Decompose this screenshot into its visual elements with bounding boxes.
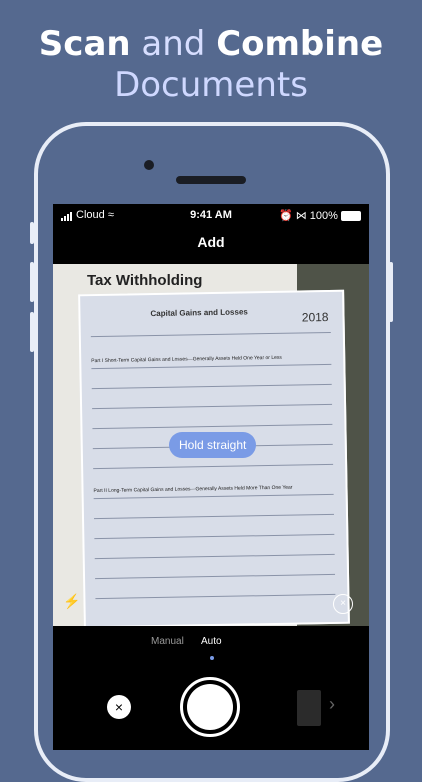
status-right: ⏰ ⋈ 100% — [279, 209, 361, 222]
hero-and: and — [141, 24, 206, 64]
battery-label: 100% — [309, 210, 338, 222]
mode-auto[interactable]: Auto — [201, 636, 222, 647]
hero-combine: Combine — [216, 24, 384, 64]
phone-volume-down — [30, 312, 34, 352]
phone-volume-up — [30, 262, 34, 302]
doc-line — [91, 363, 332, 370]
doc-line — [95, 593, 336, 600]
mode-indicator — [210, 656, 214, 660]
doc-line — [94, 533, 335, 540]
doc-line — [91, 383, 332, 390]
camera-preview[interactable]: Tax Withholding Capital Gains and Losses… — [53, 264, 369, 626]
shutter-button[interactable] — [180, 677, 240, 737]
status-bar: Cloud ≈ 9:41 AM ⏰ ⋈ 100% — [53, 204, 369, 224]
doc-line — [93, 463, 334, 470]
phone-side-button — [30, 222, 34, 244]
doc-line — [92, 403, 333, 410]
flash-off-icon[interactable]: ⚡ — [61, 590, 83, 612]
scan-thumbnail[interactable] — [297, 690, 321, 726]
doc-line — [92, 423, 333, 430]
alarm-icon: ⏰ — [278, 210, 293, 222]
background-document-title: Tax Withholding — [87, 272, 203, 289]
bluetooth-icon: ⋈ — [295, 210, 307, 222]
earpiece-speaker — [176, 176, 246, 184]
phone-screen: Cloud ≈ 9:41 AM ⏰ ⋈ 100% Add Tax Withhol… — [53, 204, 369, 750]
cancel-icon[interactable]: × — [107, 695, 131, 719]
phone-power-button — [389, 262, 393, 322]
doc-line — [95, 573, 336, 580]
mode-manual[interactable]: Manual — [151, 636, 184, 647]
close-icon[interactable]: × — [333, 594, 353, 614]
doc-line — [90, 331, 331, 338]
document-part-2: Part II Long-Term Capital Gains and Loss… — [93, 484, 293, 495]
doc-line — [94, 553, 335, 560]
document-part-1: Part I Short-Term Capital Gains and Loss… — [91, 354, 282, 365]
screen-title: Add — [197, 234, 225, 250]
hero-documents: Documents — [114, 65, 308, 105]
doc-line — [93, 493, 334, 500]
hero-scan: Scan — [38, 24, 131, 64]
hero-title: Scan and Combine Documents — [0, 24, 422, 106]
doc-line — [94, 513, 334, 520]
hold-straight-hint: Hold straight — [169, 432, 257, 458]
document-year: 2018 — [301, 309, 329, 325]
document-section-title: Capital Gains and Losses — [150, 307, 248, 319]
front-camera — [144, 160, 154, 170]
chevron-right-icon[interactable]: › — [329, 694, 335, 715]
battery-icon — [341, 211, 361, 222]
